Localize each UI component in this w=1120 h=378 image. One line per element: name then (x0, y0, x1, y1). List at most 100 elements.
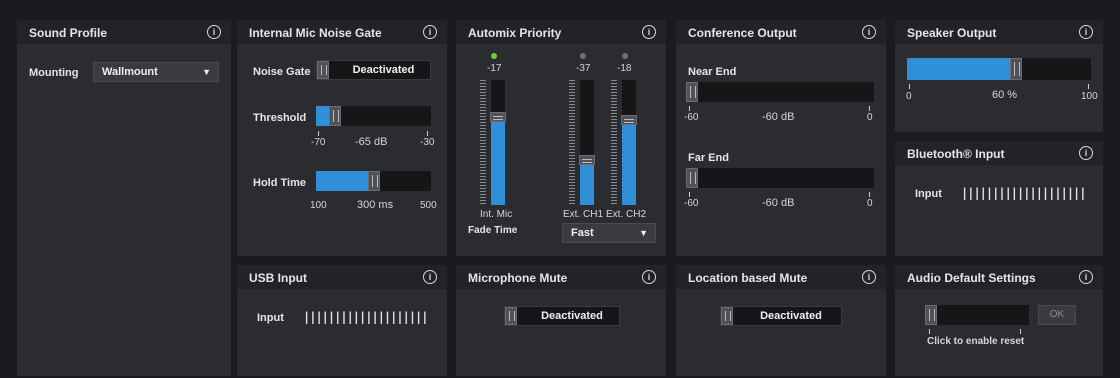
speaker-value: 60 % (992, 89, 1018, 101)
location-mute-panel: Location based Mute i Deactivated (676, 265, 886, 376)
tick-mark (1020, 329, 1021, 334)
speaker-volume-slider[interactable] (907, 58, 1091, 80)
tick-mark (689, 192, 690, 197)
fader-handle[interactable] (579, 155, 595, 165)
near-end-max: 0 (867, 112, 873, 123)
fade-time-select[interactable]: Fast ▼ (562, 223, 656, 243)
far-end-max: 0 (867, 198, 873, 209)
panel-header: Conference Output i (676, 20, 886, 44)
hold-time-slider[interactable] (316, 171, 431, 191)
slider-fill (316, 171, 374, 191)
panel-header: Location based Mute i (676, 265, 886, 289)
toggle-knob[interactable] (721, 307, 733, 325)
fader-fill (491, 117, 505, 205)
info-icon[interactable]: i (207, 25, 221, 39)
conference-output-panel: Conference Output i Near End -60 -60 dB 0… (676, 20, 886, 256)
mounting-label: Mounting (29, 67, 79, 79)
hold-time-min: 100 (310, 200, 327, 211)
audio-default-panel: Audio Default Settings i OK Click to enab… (895, 265, 1103, 376)
info-icon[interactable]: i (1079, 270, 1093, 284)
panel-header: Automix Priority i (456, 20, 666, 44)
slider-handle[interactable] (686, 82, 698, 102)
panel-title: Microphone Mute (468, 271, 568, 285)
slider-fill (907, 58, 1016, 80)
toggle-knob[interactable] (317, 61, 329, 79)
slider-handle[interactable] (368, 171, 380, 191)
threshold-value: -65 dB (355, 136, 388, 148)
panel-header: Speaker Output i (895, 20, 1103, 44)
channel-name: Int. Mic (480, 209, 513, 220)
bluetooth-input-panel: Bluetooth® Input i Input ||||||||||||||||… (895, 141, 1103, 256)
panel-header: Sound Profile i (17, 20, 231, 44)
hold-time-label: Hold Time (253, 177, 306, 189)
info-icon[interactable]: i (1079, 25, 1093, 39)
near-end-label: Near End (688, 66, 737, 78)
panel-title: Internal Mic Noise Gate (249, 26, 382, 40)
mounting-select[interactable]: Wallmount ▼ (93, 62, 219, 82)
panel-header: Bluetooth® Input i (895, 141, 1103, 165)
reset-hint: Click to enable reset (927, 336, 1025, 347)
toggle-state: Deactivated (352, 64, 415, 76)
fader-scale (480, 80, 486, 205)
chevron-down-icon: ▼ (202, 67, 211, 77)
info-icon[interactable]: i (862, 25, 876, 39)
panel-title: Bluetooth® Input (907, 147, 1005, 161)
int-mic-fader[interactable] (490, 80, 506, 205)
slider-handle[interactable] (329, 106, 341, 126)
mic-mute-toggle[interactable]: Deactivated (504, 306, 620, 326)
threshold-label: Threshold (253, 112, 307, 124)
input-level-meter: |||||||||||||||||||| (303, 310, 428, 324)
info-icon[interactable]: i (1079, 146, 1093, 160)
ext-ch2-fader[interactable] (621, 80, 637, 205)
noise-gate-label: Noise Gate (253, 66, 311, 78)
hold-time-max: 500 (420, 200, 437, 211)
near-end-min: -60 (684, 112, 699, 123)
speaker-max: 100 (1081, 91, 1098, 102)
threshold-max: -30 (420, 137, 435, 148)
far-end-slider[interactable] (686, 168, 874, 188)
panel-title: Location based Mute (688, 271, 808, 285)
noise-gate-toggle[interactable]: Deactivated (316, 60, 431, 80)
panel-header: Microphone Mute i (456, 265, 666, 289)
fader-handle[interactable] (490, 112, 506, 122)
status-led (491, 53, 497, 59)
toggle-state: Deactivated (541, 310, 603, 322)
near-end-slider[interactable] (686, 82, 874, 102)
channel-level: -37 (576, 63, 591, 74)
tick-mark (909, 84, 910, 89)
far-end-value: -60 dB (762, 197, 795, 209)
info-icon[interactable]: i (423, 270, 437, 284)
panel-title: Conference Output (688, 26, 797, 40)
input-label: Input (915, 188, 942, 200)
automix-priority-panel: Automix Priority i -17 -37 -18 Int. Mic E… (456, 20, 666, 256)
fader-handle[interactable] (621, 115, 637, 125)
tick-mark (1088, 84, 1089, 89)
info-icon[interactable]: i (642, 25, 656, 39)
tick-mark (869, 106, 870, 111)
panel-title: USB Input (249, 271, 307, 285)
panel-header: Audio Default Settings i (895, 265, 1103, 289)
tick-mark (427, 131, 428, 136)
fader-scale (569, 80, 575, 205)
ext-ch1-fader[interactable] (579, 80, 595, 205)
ok-button[interactable]: OK (1038, 305, 1076, 325)
location-mute-toggle[interactable]: Deactivated (720, 306, 842, 326)
tick-mark (869, 192, 870, 197)
info-icon[interactable]: i (862, 270, 876, 284)
panel-header: Internal Mic Noise Gate i (237, 20, 447, 44)
tick-mark (689, 106, 690, 111)
fader-fill (580, 160, 594, 205)
slider-handle[interactable] (686, 168, 698, 188)
slider-handle[interactable] (1010, 58, 1022, 80)
info-icon[interactable]: i (423, 25, 437, 39)
input-level-meter: |||||||||||||||||||| (961, 186, 1086, 200)
reset-slider[interactable] (925, 305, 1029, 325)
toggle-knob[interactable] (505, 307, 517, 325)
usb-input-panel: USB Input i Input |||||||||||||||||||| (237, 265, 447, 376)
slider-handle[interactable] (925, 305, 937, 325)
far-end-min: -60 (684, 198, 699, 209)
sound-profile-panel: Sound Profile i Mounting Wallmount ▼ (17, 20, 231, 376)
panel-title: Automix Priority (468, 26, 562, 40)
threshold-slider[interactable] (316, 106, 431, 126)
info-icon[interactable]: i (642, 270, 656, 284)
